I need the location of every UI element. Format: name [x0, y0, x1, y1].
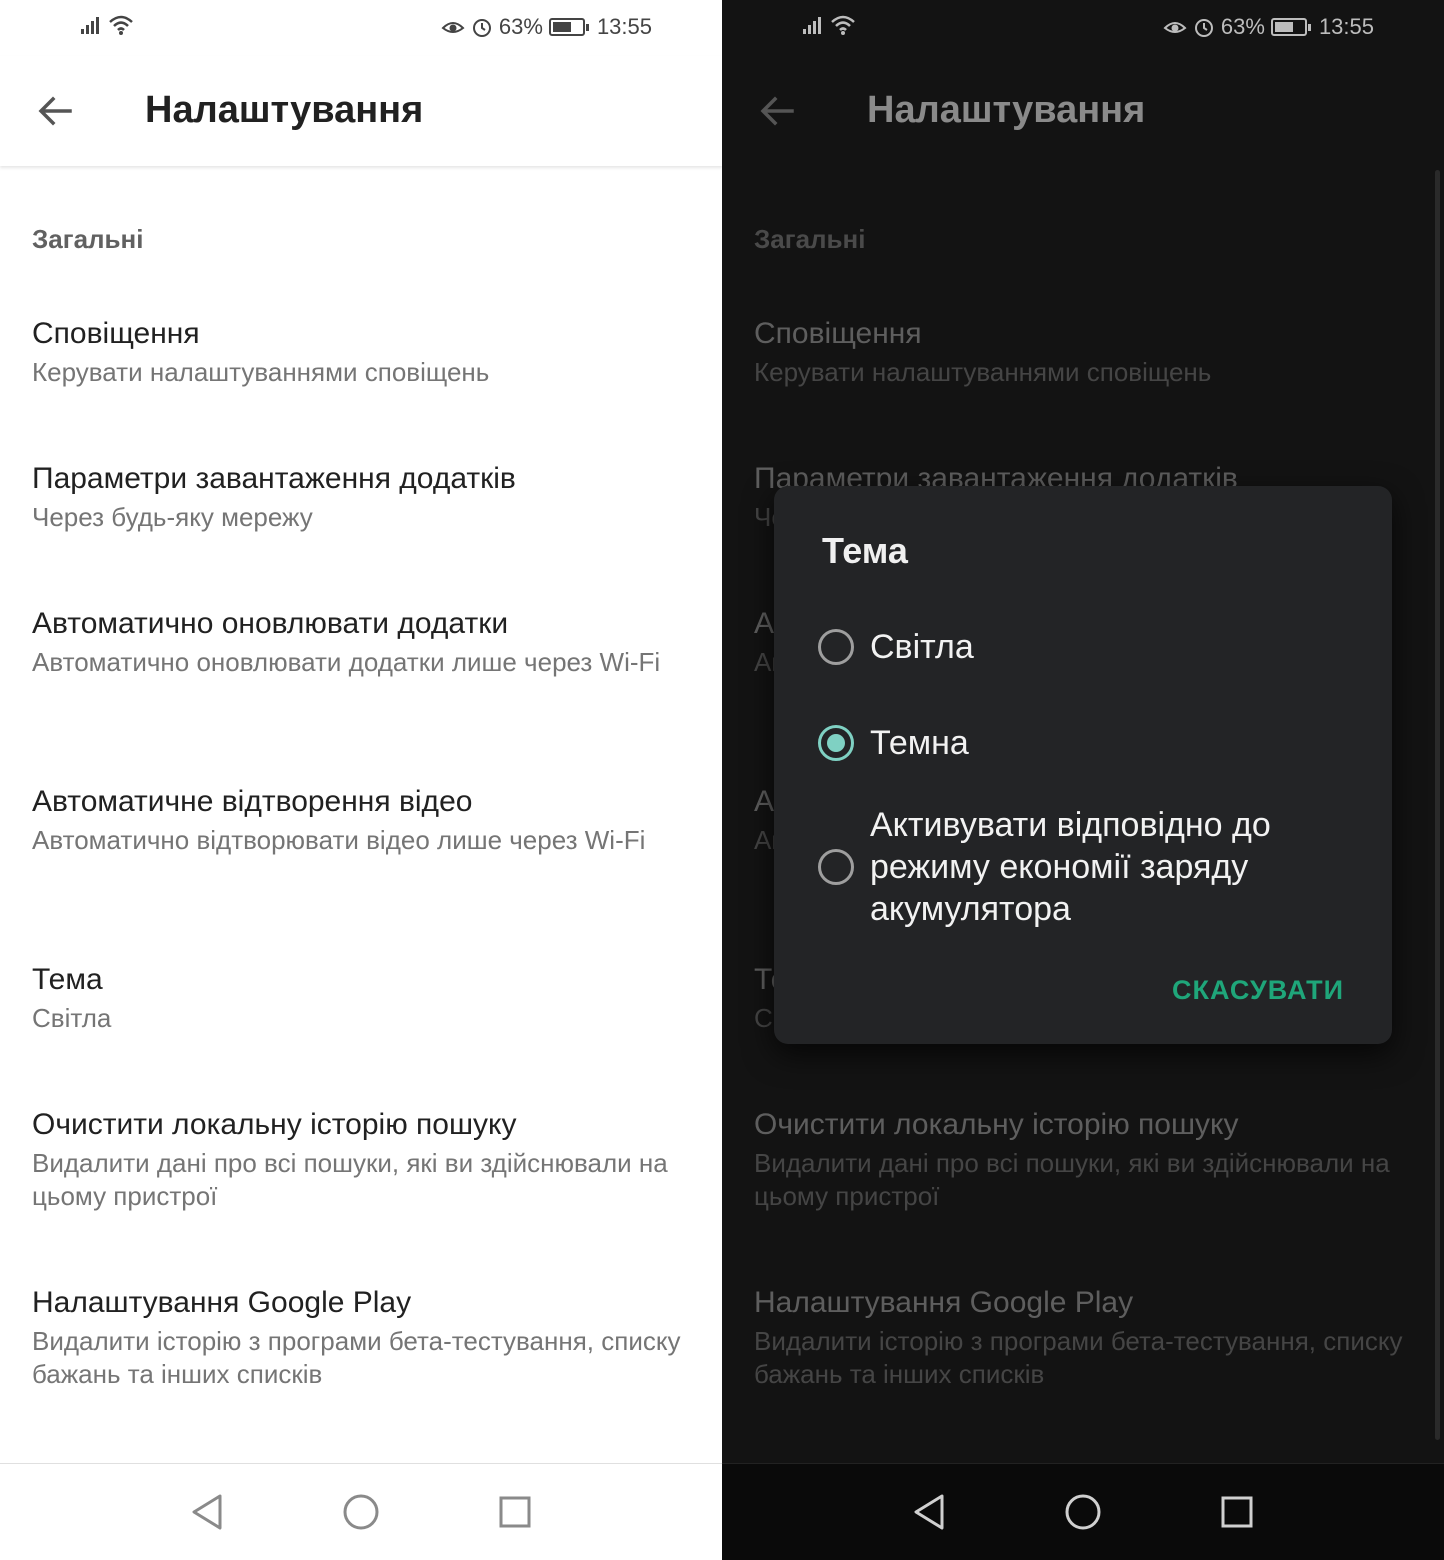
nav-back-button[interactable]	[897, 1480, 961, 1544]
item-subtitle: Видалити дані про всі пошуки, які ви зді…	[32, 1148, 668, 1211]
status-bar: 63% 13:55	[0, 0, 722, 56]
eye-comfort-icon	[1163, 17, 1187, 37]
radio-button-unchecked[interactable]	[818, 849, 854, 885]
wifi-icon	[108, 14, 134, 36]
item-subtitle: Через будь-яку мережу	[32, 502, 313, 532]
nav-back-button[interactable]	[175, 1480, 239, 1544]
page-title: Налаштування	[145, 89, 424, 131]
navigation-bar	[0, 1463, 722, 1560]
nav-recents-button[interactable]	[1205, 1480, 1269, 1544]
theme-option-battery-saver[interactable]: Активувати відповідно до режиму економії…	[818, 804, 1352, 930]
settings-item-autoplay-video[interactable]: Автоматичне відтворення відео Автоматичн…	[32, 784, 682, 857]
battery-icon	[548, 18, 589, 36]
option-label: Світла	[870, 628, 974, 666]
item-title: Автоматичне відтворення відео	[32, 785, 473, 818]
circle-home-icon	[343, 1494, 379, 1530]
signal-icon	[802, 15, 824, 35]
item-subtitle: Автоматично оновлювати додатки лише чере…	[32, 647, 661, 677]
clock: 13:55	[596, 14, 652, 39]
page-title: Налаштування	[867, 89, 1146, 131]
alarm-icon	[1193, 16, 1215, 38]
back-arrow-icon	[38, 96, 72, 126]
back-button[interactable]	[30, 86, 80, 136]
back-arrow-icon	[760, 96, 794, 126]
back-button[interactable]	[752, 86, 802, 136]
section-header-general: Загальні	[32, 224, 144, 254]
item-title: Налаштування Google Play	[32, 1286, 412, 1319]
settings-item-google-play-settings[interactable]: Налаштування Google Play Видалити історі…	[32, 1285, 682, 1391]
status-bar: 63% 13:55	[722, 0, 1444, 56]
battery-icon	[1270, 18, 1311, 36]
triangle-back-icon	[914, 1494, 944, 1530]
alarm-icon	[471, 16, 493, 38]
nav-recents-button[interactable]	[483, 1480, 547, 1544]
theme-dialog: Тема Світла Темна Активувати відповідно …	[774, 486, 1392, 1044]
radio-button-unchecked[interactable]	[818, 629, 854, 665]
item-title: Очистити локальну історію пошуку	[32, 1108, 517, 1141]
app-bar: Налаштування	[0, 56, 722, 166]
item-subtitle: Видалити історію з програми бета-тестува…	[32, 1326, 681, 1389]
circle-home-icon	[1065, 1494, 1101, 1530]
battery-percent: 63%	[1220, 14, 1265, 39]
settings-item-google-play-settings[interactable]: Налаштування Google Play Видалити історі…	[754, 1285, 1404, 1391]
item-title: Очистити локальну історію пошуку	[754, 1108, 1239, 1141]
item-subtitle: Керувати налаштуваннями сповіщень	[32, 357, 490, 387]
item-subtitle: Керувати налаштуваннями сповіщень	[754, 357, 1212, 387]
dialog-title: Тема	[822, 530, 908, 571]
item-subtitle: Автоматично відтворювати відео лише чере…	[32, 825, 646, 855]
dark-theme-screen: 63% 13:55 Налаштування Загальні Сповіщен…	[722, 0, 1444, 1560]
clock: 13:55	[1318, 14, 1374, 39]
item-title: Тема	[32, 963, 103, 996]
radio-button-checked[interactable]	[818, 725, 854, 761]
option-label: Активувати відповідно до режиму економії…	[870, 806, 1271, 928]
section-header-general: Загальні	[754, 224, 866, 254]
theme-option-light[interactable]: Світла	[818, 626, 1352, 668]
signal-icon	[80, 15, 102, 35]
settings-item-notifications[interactable]: Сповіщення Керувати налаштуваннями спові…	[32, 316, 682, 389]
navigation-bar	[722, 1463, 1444, 1560]
theme-option-dark[interactable]: Темна	[818, 722, 1352, 764]
nav-home-button[interactable]	[329, 1480, 393, 1544]
app-bar: Налаштування	[722, 56, 1444, 166]
square-recents-icon	[1221, 1496, 1253, 1528]
wifi-icon	[830, 14, 856, 36]
settings-item-auto-update[interactable]: Автоматично оновлювати додатки Автоматич…	[32, 606, 682, 679]
scrollbar[interactable]	[1435, 170, 1440, 1440]
settings-item-clear-search-history[interactable]: Очистити локальну історію пошуку Видалит…	[754, 1107, 1404, 1213]
cancel-button[interactable]: СКАСУВАТИ	[1172, 975, 1344, 1006]
nav-home-button[interactable]	[1051, 1480, 1115, 1544]
item-subtitle: Видалити дані про всі пошуки, які ви зді…	[754, 1148, 1390, 1211]
eye-comfort-icon	[441, 17, 465, 37]
triangle-back-icon	[192, 1494, 222, 1530]
item-title: Сповіщення	[754, 317, 922, 350]
settings-item-notifications[interactable]: Сповіщення Керувати налаштуваннями спові…	[754, 316, 1404, 389]
item-title: Параметри завантаження додатків	[32, 462, 516, 495]
item-subtitle: Світла	[32, 1003, 112, 1033]
item-title: Автоматично оновлювати додатки	[32, 607, 509, 640]
item-title: Налаштування Google Play	[754, 1286, 1134, 1319]
item-title: Сповіщення	[32, 317, 200, 350]
option-label: Темна	[870, 724, 969, 762]
item-subtitle: Видалити історію з програми бета-тестува…	[754, 1326, 1403, 1389]
light-theme-screen: 63% 13:55 Налаштування Загальні Сповіщен…	[0, 0, 722, 1560]
battery-percent: 63%	[498, 14, 543, 39]
settings-item-theme[interactable]: Тема Світла	[32, 962, 682, 1035]
settings-item-download-preferences[interactable]: Параметри завантаження додатків Через бу…	[32, 461, 682, 534]
settings-item-clear-search-history[interactable]: Очистити локальну історію пошуку Видалит…	[32, 1107, 682, 1213]
square-recents-icon	[499, 1496, 531, 1528]
